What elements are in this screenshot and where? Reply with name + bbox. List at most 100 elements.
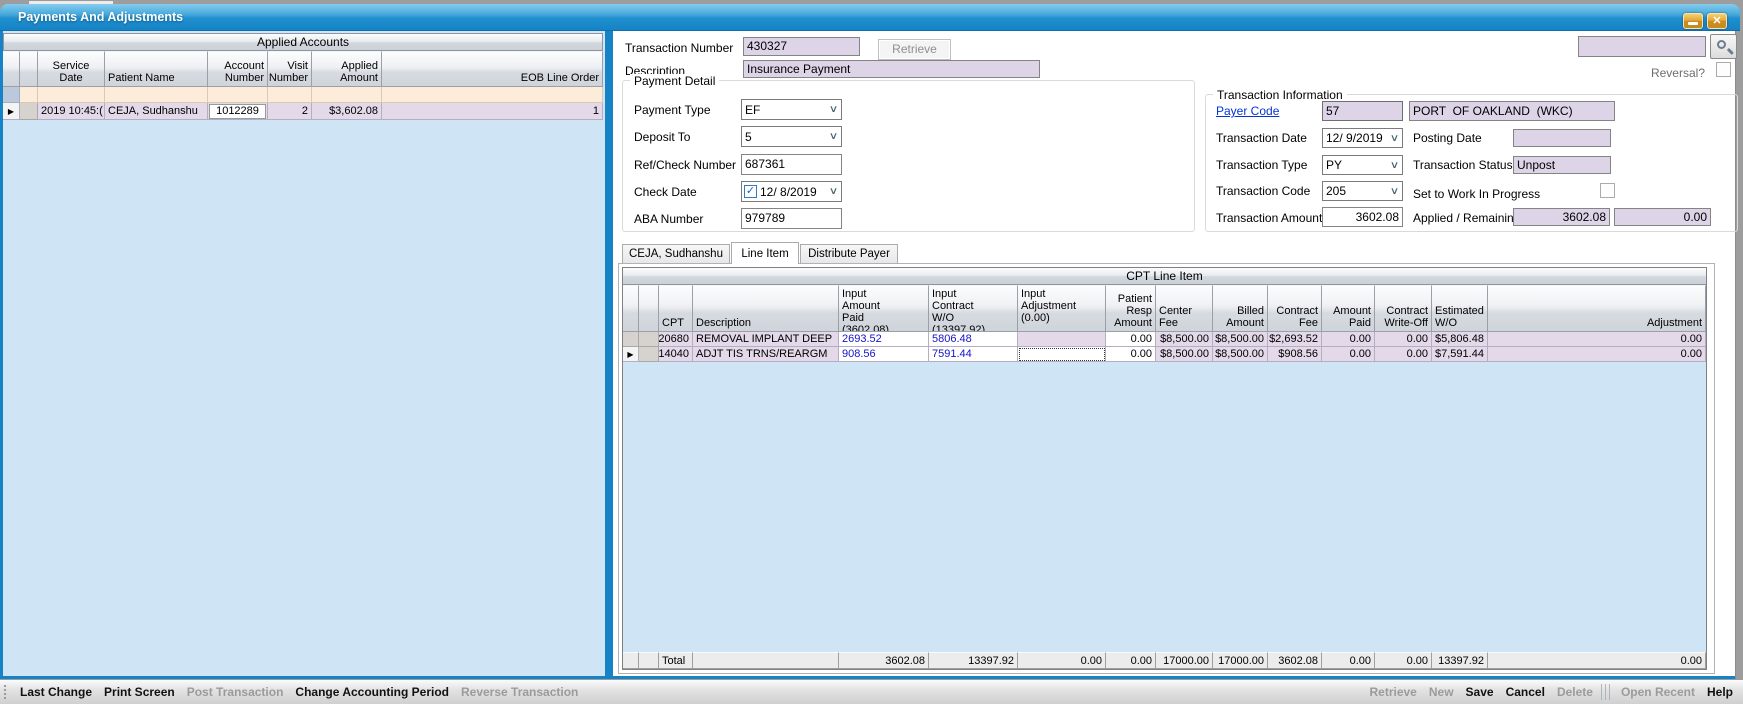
center-fee-cell[interactable]: $8,500.00 <box>1156 347 1213 362</box>
deposit-to-select[interactable]: 5 ∨ <box>741 126 842 147</box>
row-selector-cell[interactable] <box>20 103 38 120</box>
input-amount-paid-cell[interactable]: 2693.52 <box>839 332 929 347</box>
transaction-number-input[interactable]: 430327 <box>743 37 860 56</box>
column-header-contract-write-off[interactable]: Contract Write-Off <box>1375 285 1432 332</box>
estimated-wo-cell[interactable]: $7,591.44 <box>1432 347 1488 362</box>
row-selector-cell[interactable] <box>639 332 659 347</box>
column-header-patient-name[interactable]: Patient Name <box>105 51 208 87</box>
adjustment-cell[interactable]: 0.00 <box>1488 332 1706 347</box>
filter-cell[interactable] <box>382 87 603 103</box>
description-cell[interactable]: REMOVAL IMPLANT DEEP <box>693 332 839 347</box>
contract-write-off-cell[interactable]: 0.00 <box>1375 332 1432 347</box>
amount-paid-cell[interactable]: 0.00 <box>1322 347 1375 362</box>
print-screen-button[interactable]: Print Screen <box>98 685 181 699</box>
post-transaction-button[interactable]: Post Transaction <box>181 685 290 699</box>
filter-cell[interactable] <box>20 87 38 103</box>
patient-resp-cell[interactable]: 0.00 <box>1106 347 1156 362</box>
tab-distribute-payer[interactable]: Distribute Payer <box>800 244 898 264</box>
ref-check-number-input[interactable]: 687361 <box>741 154 842 175</box>
cpt-row-1[interactable]: 20680 REMOVAL IMPLANT DEEP 2693.52 5806.… <box>623 332 1706 347</box>
column-header-applied-amount[interactable]: Applied Amount <box>312 51 382 87</box>
transaction-date-picker[interactable]: 12/ 9/2019 ∨ <box>1322 128 1403 148</box>
check-date-picker[interactable]: ✓ 12/ 8/2019 ∨ <box>741 181 842 202</box>
contract-fee-cell[interactable]: $2,693.52 <box>1268 332 1322 347</box>
account-number-cell[interactable]: 1012289 <box>208 103 268 120</box>
description-input[interactable]: Insurance Payment <box>743 60 1040 78</box>
column-header-billed-amount[interactable]: Billed Amount <box>1213 285 1268 332</box>
input-adjustment-cell-focused[interactable] <box>1018 347 1106 362</box>
column-header-patient-resp-amount[interactable]: Patient Resp Amount <box>1106 285 1156 332</box>
column-header-contract-fee[interactable]: Contract Fee <box>1268 285 1322 332</box>
column-header-description[interactable]: Description <box>693 285 839 332</box>
column-header-adjustment[interactable]: Adjustment <box>1488 285 1706 332</box>
reverse-transaction-button[interactable]: Reverse Transaction <box>455 685 584 699</box>
adjustment-cell[interactable]: 0.00 <box>1488 347 1706 362</box>
applied-accounts-data-row[interactable]: ▶ 2019 10:45:( CEJA, Sudhanshu 1012289 2… <box>3 103 603 120</box>
last-change-button[interactable]: Last Change <box>14 685 98 699</box>
reversal-checkbox[interactable] <box>1716 62 1731 77</box>
column-header-center-fee[interactable]: Center Fee <box>1156 285 1213 332</box>
new-button[interactable]: New <box>1423 685 1460 699</box>
billed-amount-cell[interactable]: $8,500.00 <box>1213 347 1268 362</box>
payer-code-link[interactable]: Payer Code <box>1216 104 1279 118</box>
contract-write-off-cell[interactable]: 0.00 <box>1375 347 1432 362</box>
tab-line-item[interactable]: Line Item <box>731 242 799 264</box>
help-button[interactable]: Help <box>1701 685 1739 699</box>
description-cell[interactable]: ADJT TIS TRNS/REARGM <box>693 347 839 362</box>
estimated-wo-cell[interactable]: $5,806.48 <box>1432 332 1488 347</box>
row-selector-cell[interactable] <box>639 347 659 362</box>
cpt-cell[interactable]: 20680 <box>659 332 693 347</box>
cancel-button[interactable]: Cancel <box>1500 685 1551 699</box>
cpt-row-2-selected[interactable]: ▶ 14040 ADJT TIS TRNS/REARGM 908.56 7591… <box>623 347 1706 362</box>
filter-cell[interactable] <box>105 87 208 103</box>
input-amount-paid-cell[interactable]: 908.56 <box>839 347 929 362</box>
input-contract-wo-cell[interactable]: 5806.48 <box>929 332 1018 347</box>
transaction-amount-input[interactable]: 3602.08 <box>1322 207 1403 227</box>
column-header-cpt[interactable]: CPT <box>659 285 693 332</box>
change-accounting-period-button[interactable]: Change Accounting Period <box>289 685 455 699</box>
column-header-amount-paid[interactable]: Amount Paid <box>1322 285 1375 332</box>
payment-type-select[interactable]: EF ∨ <box>741 99 842 120</box>
payer-code-input[interactable]: 57 <box>1322 101 1403 121</box>
column-header-input-adjustment[interactable]: Input Adjustment (0.00) <box>1018 285 1106 332</box>
input-adjustment-cell[interactable] <box>1018 332 1106 347</box>
applied-amount-cell[interactable]: $3,602.08 <box>312 103 382 120</box>
minimize-button[interactable] <box>1683 13 1703 29</box>
center-fee-cell[interactable]: $8,500.00 <box>1156 332 1213 347</box>
patient-name-cell[interactable]: CEJA, Sudhanshu <box>105 103 208 120</box>
visit-number-cell[interactable]: 2 <box>268 103 312 120</box>
retrieve-button[interactable]: Retrieve <box>1363 685 1422 699</box>
input-contract-wo-cell[interactable]: 7591.44 <box>929 347 1018 362</box>
tab-patient[interactable]: CEJA, Sudhanshu <box>622 244 730 264</box>
search-input[interactable] <box>1578 36 1706 57</box>
contract-fee-cell[interactable]: $908.56 <box>1268 347 1322 362</box>
delete-button[interactable]: Delete <box>1551 685 1599 699</box>
service-date-cell[interactable]: 2019 10:45:( <box>38 103 105 120</box>
filter-cell[interactable] <box>312 87 382 103</box>
column-header-account-number[interactable]: Account Number <box>208 51 268 87</box>
cpt-cell[interactable]: 14040 <box>659 347 693 362</box>
transaction-code-select[interactable]: 205 ∨ <box>1322 181 1403 201</box>
filter-cell[interactable] <box>208 87 268 103</box>
transaction-type-select[interactable]: PY ∨ <box>1322 155 1403 175</box>
aba-number-input[interactable]: 979789 <box>741 208 842 229</box>
filter-cell[interactable] <box>38 87 105 103</box>
column-header-service-date[interactable]: Service Date <box>38 51 105 87</box>
column-header-input-contract-wo[interactable]: Input Contract W/O (13397.92) <box>929 285 1018 332</box>
amount-paid-cell[interactable]: 0.00 <box>1322 332 1375 347</box>
billed-amount-cell[interactable]: $8,500.00 <box>1213 332 1268 347</box>
column-header-visit-number[interactable]: Visit Number <box>268 51 312 87</box>
retrieve-transaction-button[interactable]: Retrieve <box>878 39 951 60</box>
open-recent-button[interactable]: Open Recent <box>1615 685 1701 699</box>
check-date-checkbox[interactable]: ✓ <box>744 185 757 198</box>
work-in-progress-checkbox[interactable] <box>1600 183 1615 198</box>
save-button[interactable]: Save <box>1460 685 1500 699</box>
column-header-estimated-wo[interactable]: Estimated W/O <box>1432 285 1488 332</box>
filter-cell[interactable] <box>268 87 312 103</box>
column-header-input-amount-paid[interactable]: Input Amount Paid (3602.08) <box>839 285 929 332</box>
patient-resp-cell[interactable]: 0.00 <box>1106 332 1156 347</box>
column-header-eob-line-order[interactable]: EOB Line Order <box>382 51 603 87</box>
close-button[interactable]: ✕ <box>1707 13 1727 29</box>
search-button[interactable] <box>1710 34 1737 59</box>
eob-line-order-cell[interactable]: 1 <box>382 103 603 120</box>
